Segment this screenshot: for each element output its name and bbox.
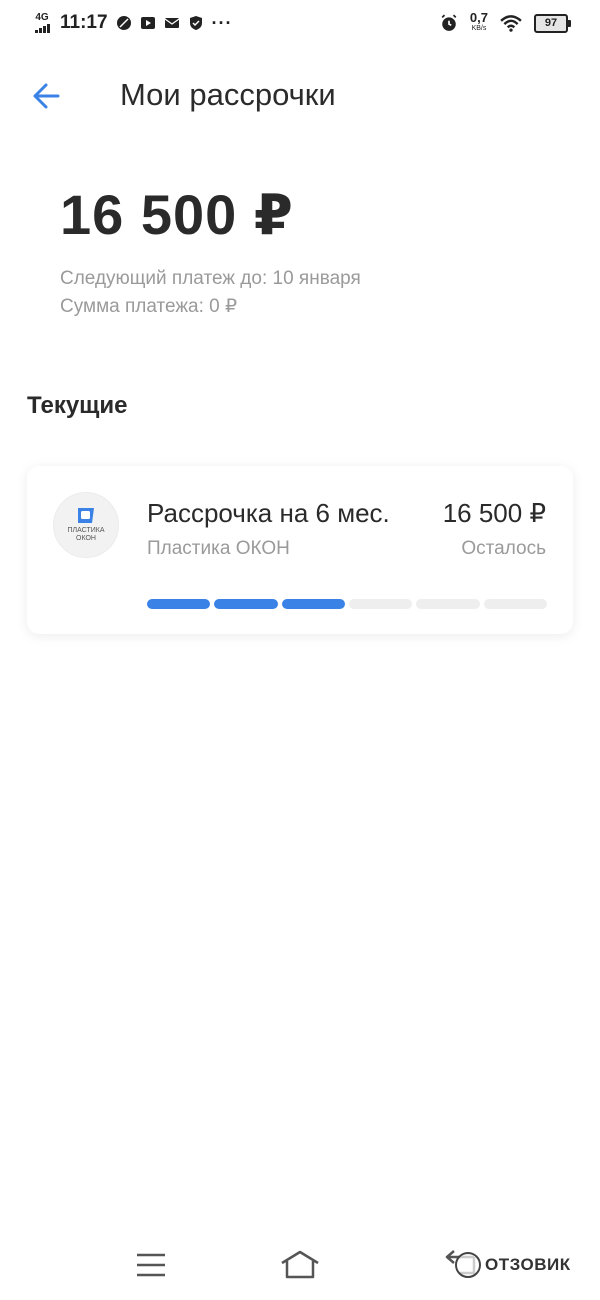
total-amount: 16 500 ₽ — [60, 183, 294, 246]
clock: 11:17 — [60, 12, 108, 33]
alarm-icon — [441, 14, 457, 31]
next-payment-date: Следующий платеж до: 10 января — [60, 268, 361, 289]
payment-progress — [147, 599, 547, 609]
section-title-current: Текущие — [27, 392, 128, 419]
watermark: ОТЗОВИК — [455, 1252, 571, 1278]
app-header: Мои рассрочки — [0, 60, 600, 130]
window-logo-icon — [78, 508, 94, 523]
progress-segment — [214, 599, 278, 609]
payment-sum: Сумма платежа: 0 ₽ — [60, 296, 238, 317]
progress-segment — [281, 599, 345, 609]
network-speed-unit: KB/s — [471, 25, 487, 32]
installment-card[interactable]: ПЛАСТИКА ОКОН Рассрочка на 6 мес. Пласти… — [27, 466, 573, 634]
progress-segment — [416, 599, 480, 609]
progress-segment — [483, 599, 547, 609]
status-left: 4G 11:17 ··· — [32, 12, 233, 34]
status-bar: 4G 11:17 ··· 0,7 KB/s 97 — [0, 0, 600, 46]
merchant-name: Пластика ОКОН — [147, 538, 290, 559]
signal-bars-icon — [32, 24, 52, 33]
progress-segment — [348, 599, 413, 609]
status-right: 0,7 KB/s 97 — [440, 11, 571, 34]
merchant-logo-line-2: ОКОН — [76, 535, 96, 542]
network-type: 4G — [35, 12, 49, 23]
wifi-icon — [500, 15, 522, 32]
more-notifications-icon: ··· — [211, 12, 233, 33]
installment-title: Рассрочка на 6 мес. — [147, 498, 390, 528]
back-arrow-icon[interactable] — [28, 76, 68, 116]
installment-amount: 16 500 ₽ — [442, 498, 546, 528]
signal-indicator: 4G — [32, 13, 52, 33]
shield-check-icon — [189, 16, 202, 30]
watermark-logo-icon — [455, 1252, 481, 1278]
battery-icon: 97 — [534, 13, 571, 33]
progress-segment — [147, 599, 211, 609]
network-speed: 0,7 KB/s — [470, 11, 488, 34]
merchant-logo-line-1: ПЛАСТИКА — [67, 527, 105, 534]
page-title: Мои рассрочки — [120, 77, 336, 112]
remaining-label: Осталось — [461, 538, 546, 559]
menu-icon[interactable] — [129, 1247, 173, 1283]
home-icon[interactable] — [278, 1247, 322, 1283]
mail-icon — [164, 18, 179, 28]
leaf-notification-icon — [116, 16, 131, 30]
watermark-text: ОТЗОВИК — [485, 1255, 571, 1274]
youtube-icon — [140, 17, 155, 29]
merchant-logo: ПЛАСТИКА ОКОН — [53, 492, 119, 558]
